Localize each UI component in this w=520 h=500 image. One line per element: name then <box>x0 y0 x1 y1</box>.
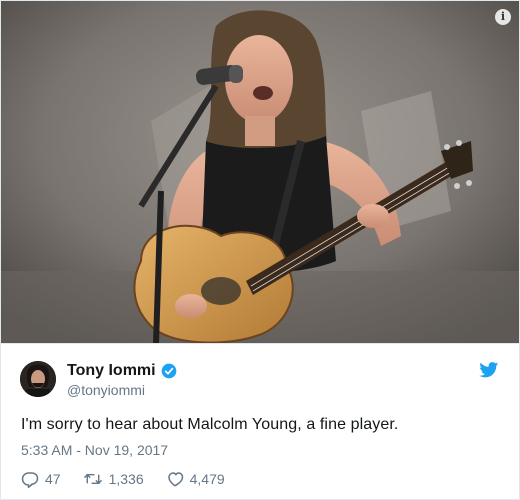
like-button[interactable]: 4,479 <box>166 470 225 488</box>
reply-icon <box>21 472 39 488</box>
embedded-tweet-card: i Tony Iommi @tonyiommi I'm sorry to hea… <box>0 0 520 500</box>
tweet-body: Tony Iommi @tonyiommi I'm sorry to hear … <box>1 343 519 500</box>
retweet-button[interactable]: 1,336 <box>83 470 144 488</box>
verified-badge-icon <box>161 363 176 379</box>
avatar[interactable] <box>20 361 56 397</box>
tweet-photo[interactable]: i <box>1 1 519 343</box>
tweet-actions: 47 1,336 4,479 <box>21 470 247 488</box>
author-row: Tony Iommi <box>67 362 177 380</box>
guitarist-photo-illustration <box>1 1 519 343</box>
author-handle[interactable]: @tonyiommi <box>67 382 145 398</box>
avatar-image <box>20 361 56 397</box>
twitter-bird-icon[interactable] <box>479 362 499 378</box>
like-count: 4,479 <box>189 471 225 487</box>
retweet-icon <box>83 473 102 485</box>
reply-button[interactable]: 47 <box>21 470 61 488</box>
author-name[interactable]: Tony Iommi <box>67 362 156 380</box>
reply-count: 47 <box>45 471 61 487</box>
info-icon[interactable]: i <box>495 9 511 25</box>
like-icon <box>167 472 183 487</box>
retweet-count: 1,336 <box>108 471 144 487</box>
tweet-timestamp[interactable]: 5:33 AM - Nov 19, 2017 <box>21 442 168 458</box>
tweet-text: I'm sorry to hear about Malcolm Young, a… <box>21 416 399 433</box>
